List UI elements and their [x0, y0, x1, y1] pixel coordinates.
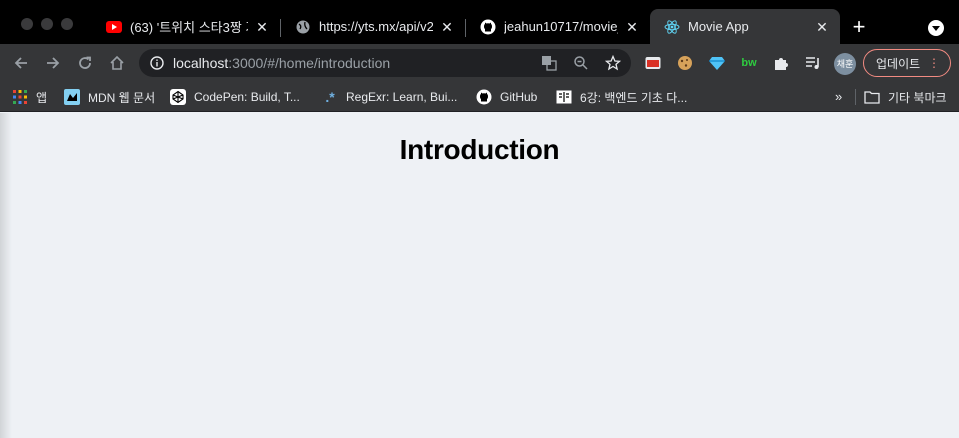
translate-icon[interactable] — [541, 55, 557, 71]
youtube-icon — [106, 19, 122, 35]
extension-screen-icon[interactable] — [645, 55, 661, 71]
bookmark-label: 6강: 백엔드 기초 다... — [580, 90, 688, 105]
apps-grid-icon — [12, 89, 28, 105]
mdn-icon — [64, 89, 80, 105]
bookmark-apps[interactable]: 앱 — [12, 88, 47, 106]
tab-title: (63) '트위치 스타3짱 가... — [130, 20, 248, 35]
forward-button[interactable] — [43, 53, 63, 73]
diamond-icon[interactable] — [709, 55, 725, 71]
url-text[interactable]: localhost:3000/#/home/introduction — [173, 55, 390, 71]
chevron-down-icon — [932, 19, 940, 37]
bookmark-backend-lecture[interactable]: 6강: 백엔드 기초 다... — [556, 88, 687, 106]
book-icon — [556, 89, 572, 105]
bookmark-label: 기타 북마크 — [888, 90, 947, 105]
address-bar[interactable]: localhost:3000/#/home/introduction — [139, 49, 631, 77]
react-icon — [664, 19, 680, 35]
globe-icon — [295, 19, 311, 35]
arrow-left-icon — [14, 57, 27, 69]
puzzle-icon[interactable] — [773, 55, 789, 71]
new-tab-button[interactable]: + — [848, 16, 870, 38]
bookmark-label: CodePen: Build, T... — [194, 90, 300, 104]
more-vert-icon: ⋮ — [928, 56, 940, 70]
tab-github-repo[interactable]: jeahun10717/movie_a... ✕ — [466, 9, 650, 44]
tab-yts-api[interactable]: https://yts.mx/api/v2/l... ✕ — [281, 9, 465, 44]
folder-icon — [864, 89, 880, 105]
tab-strip: (63) '트위치 스타3짱 가... ✕ https://yts.mx/api… — [0, 0, 959, 44]
info-icon[interactable] — [149, 55, 165, 71]
bookmark-codepen[interactable]: CodePen: Build, T... — [170, 88, 300, 106]
github-icon — [476, 89, 492, 105]
bw-extension-icon[interactable]: bw — [741, 55, 757, 71]
tab-search-button[interactable] — [928, 20, 944, 36]
reload-button[interactable] — [75, 53, 95, 73]
close-icon[interactable]: ✕ — [814, 19, 830, 35]
close-icon[interactable]: ✕ — [624, 19, 640, 35]
star-icon[interactable] — [605, 55, 621, 71]
tab-title: https://yts.mx/api/v2/l... — [319, 19, 433, 34]
bookmark-github[interactable]: GitHub — [476, 88, 537, 106]
tab-title: Movie App — [688, 19, 749, 34]
regexr-icon: .* — [325, 89, 335, 105]
zoom-icon[interactable] — [573, 55, 589, 71]
tab-youtube[interactable]: (63) '트위치 스타3짱 가... ✕ — [92, 9, 280, 44]
close-icon[interactable]: ✕ — [439, 19, 455, 35]
url-host: localhost — [173, 55, 229, 71]
codepen-icon — [170, 89, 186, 105]
back-button[interactable] — [11, 53, 31, 73]
browser-window: (63) '트위치 스타3짱 가... ✕ https://yts.mx/api… — [0, 0, 959, 438]
window-zoom-dot[interactable] — [61, 18, 73, 30]
url-path: :3000/#/home/introduction — [228, 55, 391, 71]
bookmarks-divider — [855, 89, 856, 105]
bookmark-label: MDN 웹 문서 — [88, 90, 156, 105]
close-icon[interactable]: ✕ — [254, 19, 270, 35]
tab-movie-app[interactable]: Movie App ✕ — [650, 9, 840, 44]
github-icon — [480, 19, 496, 35]
cookie-icon[interactable] — [677, 55, 693, 71]
bookmark-label: RegExr: Learn, Bui... — [346, 90, 458, 104]
window-close-dot[interactable] — [21, 18, 33, 30]
media-queue-icon[interactable] — [805, 55, 821, 71]
page-title: Introduction — [399, 134, 560, 165]
tab-title: jeahun10717/movie_a... — [504, 19, 618, 34]
bookmark-label: 앱 — [36, 90, 48, 105]
home-button[interactable] — [107, 53, 127, 73]
bookmark-mdn[interactable]: MDN 웹 문서 — [64, 88, 155, 106]
home-icon — [110, 55, 124, 70]
bookmark-other-folder[interactable]: 기타 북마크 — [864, 88, 947, 106]
avatar[interactable]: 채훈 — [834, 53, 856, 75]
bookmarks-overflow-button[interactable]: » — [835, 89, 842, 104]
reload-icon — [79, 56, 91, 69]
bookmark-regexr[interactable]: .* RegExr: Learn, Bui... — [322, 88, 457, 106]
bookmarks-bar: 앱 MDN 웹 문서 CodePen: Build, T... .* RegEx… — [0, 82, 959, 112]
bookmark-label: GitHub — [500, 90, 538, 104]
window-minimize-dot[interactable] — [41, 18, 53, 30]
update-button[interactable]: 업데이트 ⋮ — [863, 49, 951, 77]
update-label: 업데이트 — [876, 56, 921, 71]
arrow-right-icon — [47, 57, 60, 69]
browser-toolbar: localhost:3000/#/home/introduction bw 채훈… — [0, 44, 959, 82]
